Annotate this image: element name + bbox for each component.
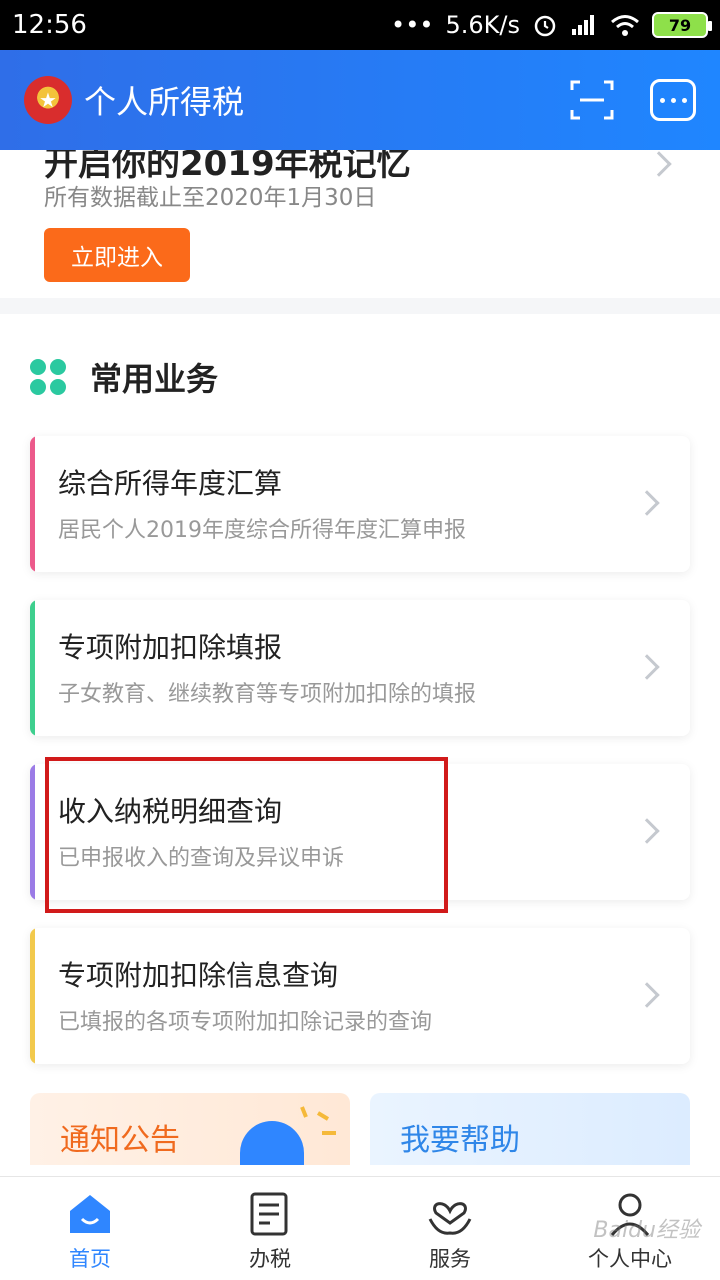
nav-label: 个人中心 [588, 1247, 672, 1271]
service-card-income-tax-detail-query[interactable]: 收入纳税明细查询 已申报收入的查询及异议申诉 [30, 764, 690, 900]
service-title: 综合所得年度汇算 [58, 467, 283, 500]
nav-label: 服务 [429, 1247, 471, 1271]
app-title: 个人所得税 [84, 83, 245, 121]
tax-emblem-logo: ★ [24, 76, 72, 124]
chevron-right-icon [634, 982, 660, 1008]
promo-card[interactable]: 开启你的2019年税记忆 所有数据截止至2020年1月30日 立即进入 [0, 144, 720, 298]
section-header: 常用业务 [30, 354, 218, 400]
status-bar: 12:56 ••• 5.6K/s 79 [0, 0, 720, 50]
baidu-watermark: Baidu经验 [593, 1218, 700, 1243]
app-screen: 12:56 ••• 5.6K/s 79 ★ 个人所得税 开启你的2019年税记忆… [0, 0, 720, 1280]
nav-item-home[interactable]: 首页 [0, 1177, 180, 1280]
message-icon[interactable] [650, 79, 696, 121]
home-icon [70, 1195, 110, 1233]
service-card-annual-settlement[interactable]: 综合所得年度汇算 居民个人2019年度综合所得年度汇算申报 [30, 436, 690, 572]
service-heart-icon [428, 1202, 472, 1235]
service-card-deduction-info-query[interactable]: 专项附加扣除信息查询 已填报的各项专项附加扣除记录的查询 [30, 928, 690, 1064]
service-title: 专项附加扣除填报 [58, 631, 283, 664]
wifi-icon [611, 15, 639, 36]
service-card-special-deduction-filing[interactable]: 专项附加扣除填报 子女教育、继续教育等专项附加扣除的填报 [30, 600, 690, 736]
section-title: 常用业务 [90, 360, 219, 398]
nav-label: 首页 [69, 1247, 111, 1271]
status-right: ••• 5.6K/s 79 [391, 11, 712, 39]
clover-icon [30, 359, 66, 395]
card-accent-bar [30, 600, 35, 736]
notice-tile[interactable]: 通知公告 [30, 1093, 350, 1165]
signal-icon [572, 15, 594, 35]
alarm-icon [534, 15, 556, 37]
help-label: 我要帮助 [400, 1123, 520, 1158]
enter-now-button[interactable]: 立即进入 [44, 228, 190, 282]
card-accent-bar [30, 764, 35, 900]
chevron-right-icon [634, 654, 660, 680]
battery-indicator: 79 [652, 12, 712, 38]
bell-rays-icon [300, 1106, 336, 1135]
nav-item-tax[interactable]: 办税 [180, 1177, 360, 1280]
tax-form-icon [250, 1192, 288, 1236]
chevron-right-icon [634, 818, 660, 844]
nav-item-service[interactable]: 服务 [360, 1177, 540, 1280]
service-title: 收入纳税明细查询 [58, 795, 283, 828]
service-subtitle: 居民个人2019年度综合所得年度汇算申报 [58, 518, 466, 543]
chevron-right-icon [634, 490, 660, 516]
service-subtitle: 已填报的各项专项附加扣除记录的查询 [58, 1010, 433, 1035]
nav-label: 办税 [249, 1247, 291, 1271]
card-accent-bar [30, 436, 35, 572]
chevron-right-icon [646, 151, 672, 177]
app-header: ★ 个人所得税 [0, 50, 720, 150]
card-accent-bar [30, 928, 35, 1064]
more-dots: ••• [391, 11, 434, 39]
promo-subtitle: 所有数据截止至2020年1月30日 [44, 185, 377, 211]
service-title: 专项附加扣除信息查询 [58, 959, 339, 992]
service-subtitle: 子女教育、继续教育等专项附加扣除的填报 [58, 682, 477, 707]
notice-label: 通知公告 [60, 1123, 180, 1158]
header-actions [570, 78, 696, 122]
status-time: 12:56 [12, 10, 87, 40]
help-tile[interactable]: 我要帮助 [370, 1093, 690, 1165]
scan-icon[interactable] [570, 78, 614, 122]
service-subtitle: 已申报收入的查询及异议申诉 [58, 846, 345, 871]
net-speed: 5.6K/s [445, 11, 521, 39]
